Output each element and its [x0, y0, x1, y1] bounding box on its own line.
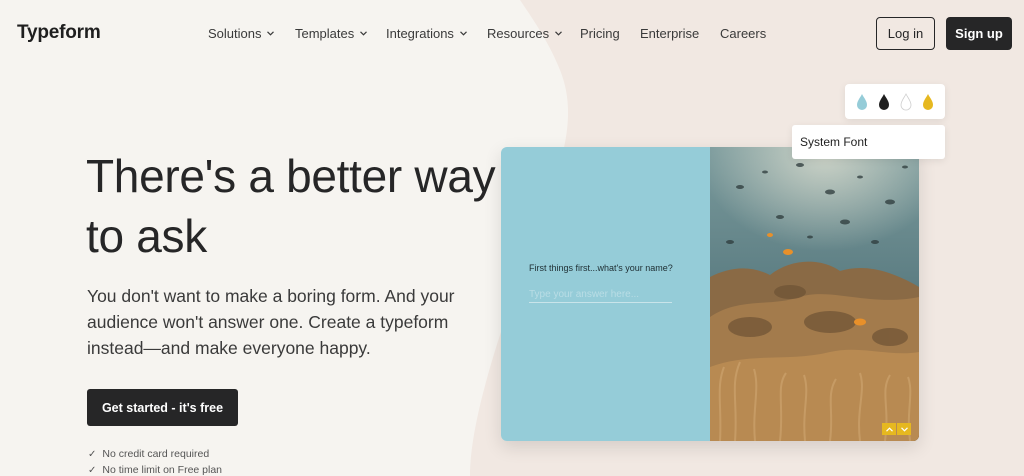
nav-resources[interactable]: Resources	[487, 26, 563, 41]
chevron-down-icon[interactable]	[897, 423, 911, 435]
nav-templates[interactable]: Templates	[295, 26, 368, 41]
nav-integrations[interactable]: Integrations	[386, 26, 467, 41]
check-icon: ✓	[88, 448, 97, 460]
nav-pricing-label: Pricing	[580, 26, 620, 41]
form-preview-card: First things first...what's your name? T…	[501, 147, 919, 441]
nav-careers-label: Careers	[720, 26, 767, 41]
chevron-down-icon	[267, 31, 275, 36]
yellow-drop-icon[interactable]	[921, 93, 935, 111]
login-button[interactable]: Log in	[876, 17, 935, 50]
nav-careers[interactable]: Careers	[720, 26, 766, 41]
benefits-list: ✓ No credit card required ✓ No time limi…	[88, 446, 222, 476]
form-question: First things first...what's your name?	[529, 263, 673, 273]
benefit-item: ✓ No credit card required	[88, 446, 222, 462]
nav-enterprise[interactable]: Enterprise	[640, 26, 699, 41]
color-swatch-panel	[845, 84, 945, 119]
reef-illustration	[710, 147, 919, 441]
nav-enterprise-label: Enterprise	[640, 26, 700, 41]
signup-button[interactable]: Sign up	[946, 17, 1012, 50]
main-nav: Solutions Templates Integrations Resourc…	[0, 26, 1024, 42]
chevron-down-icon	[460, 31, 467, 36]
hero-title: There's a better way to ask	[86, 150, 496, 262]
chevron-down-icon	[360, 31, 368, 36]
get-started-button[interactable]: Get started - it's free	[87, 389, 238, 426]
nav-templates-label: Templates	[295, 26, 355, 41]
chevron-up-icon[interactable]	[882, 423, 896, 435]
benefit-item: ✓ No time limit on Free plan	[88, 462, 222, 476]
font-selector[interactable]: System Font	[792, 125, 945, 159]
coral-reef-image	[710, 147, 919, 441]
nav-integrations-label: Integrations	[386, 26, 454, 41]
check-icon: ✓	[88, 464, 97, 476]
nav-resources-label: Resources	[487, 26, 550, 41]
benefit-label: No time limit on Free plan	[102, 464, 223, 476]
nav-solutions-label: Solutions	[208, 26, 262, 41]
question-nav-arrows	[882, 423, 911, 435]
nav-solutions[interactable]: Solutions	[208, 26, 275, 41]
teal-drop-icon[interactable]	[855, 93, 869, 111]
chevron-down-icon	[555, 31, 563, 36]
nav-pricing[interactable]: Pricing	[580, 26, 620, 41]
form-panel: First things first...what's your name? T…	[501, 147, 710, 441]
black-drop-icon[interactable]	[877, 93, 891, 111]
hero-subtitle: You don't want to make a boring form. An…	[87, 286, 455, 358]
name-answer-input[interactable]: Type your answer here...	[529, 289, 672, 303]
white-drop-icon[interactable]	[899, 92, 913, 111]
benefit-label: No credit card required	[102, 448, 210, 460]
